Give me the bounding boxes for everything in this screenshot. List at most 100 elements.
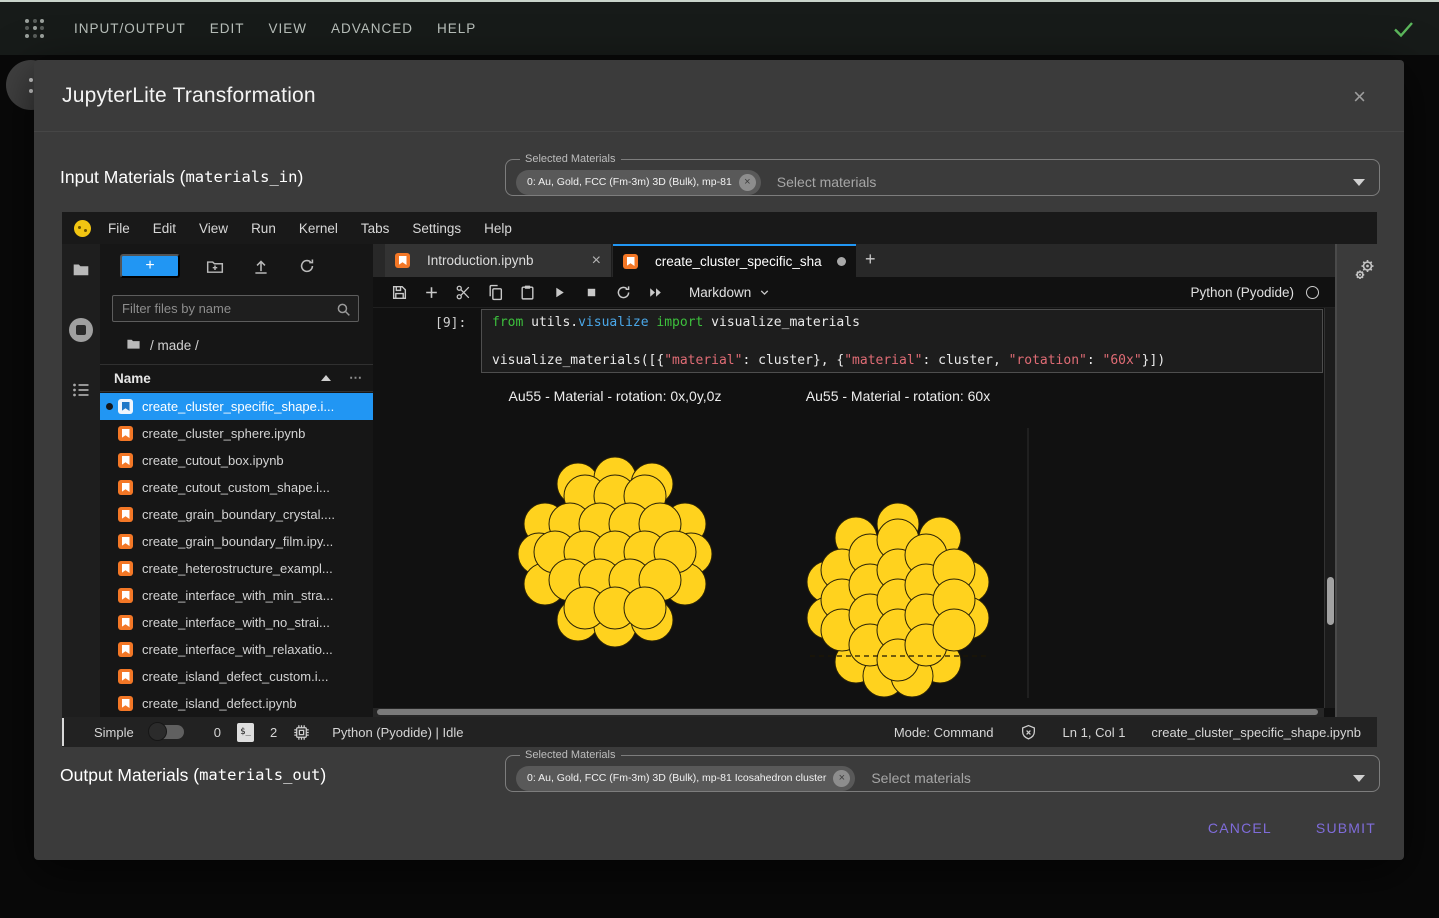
file-item[interactable]: create_interface_with_relaxatio... (100, 636, 373, 663)
paste-icon[interactable] (519, 284, 536, 301)
sort-ascending-icon[interactable] (321, 375, 331, 381)
kernel-status-text[interactable]: Python (Pyodide) | Idle (332, 725, 463, 740)
material-cluster-0[interactable] (517, 456, 713, 648)
jl-menu-settings[interactable]: Settings (412, 221, 461, 236)
selected-materials-legend: Selected Materials (525, 153, 616, 165)
dropdown-arrow-icon[interactable] (1353, 178, 1365, 186)
notebook-file-icon (623, 254, 638, 269)
app-menu-input-output[interactable]: INPUT/OUTPUT (74, 21, 186, 36)
notebook-content: [9]: from utils.visualize import visuali… (373, 308, 1335, 717)
scrollbar-thumb[interactable] (377, 709, 1318, 715)
remove-chip-icon[interactable]: × (833, 769, 851, 787)
new-folder-icon[interactable] (206, 257, 224, 280)
app-menu-help[interactable]: HELP (437, 21, 476, 36)
file-item[interactable]: create_cluster_sphere.ipynb (100, 420, 373, 447)
kernel-count[interactable]: 2 (270, 725, 277, 740)
toc-icon[interactable] (71, 380, 91, 405)
file-item[interactable]: create_cutout_box.ipynb (100, 447, 373, 474)
stop-icon[interactable] (583, 284, 600, 301)
kernel-indicator[interactable]: Python (Pyodide) (1190, 285, 1325, 300)
notebook-file-icon (118, 426, 133, 441)
filter-files-input[interactable] (113, 296, 358, 321)
file-item[interactable]: create_interface_with_no_strai... (100, 609, 373, 636)
jl-menu-run[interactable]: Run (251, 221, 276, 236)
output-materials-label: Output Materials (materials_out) (60, 764, 327, 785)
file-item[interactable]: create_island_defect_custom.i... (100, 663, 373, 690)
vertical-scrollbar[interactable] (1324, 308, 1335, 708)
file-item[interactable]: create_cluster_specific_shape.i... (100, 393, 373, 420)
cursor-position[interactable]: Ln 1, Col 1 (1063, 725, 1126, 740)
jl-menu-view[interactable]: View (199, 221, 228, 236)
close-tab-icon[interactable]: × (592, 252, 601, 269)
refresh-files-icon[interactable] (298, 257, 316, 280)
jl-menu-help[interactable]: Help (484, 221, 512, 236)
file-item[interactable]: create_grain_boundary_crystal.... (100, 501, 373, 528)
file-name: create_heterostructure_exampl... (142, 561, 333, 576)
app-menu-advanced[interactable]: ADVANCED (331, 21, 413, 36)
breadcrumb[interactable]: / made / (126, 336, 199, 354)
status-bar: Simple 0 $_ 2 Python (Pyodide) | Idle Mo… (62, 717, 1377, 747)
material-chip[interactable]: 0: Au, Gold, FCC (Fm-3m) 3D (Bulk), mp-8… (516, 765, 856, 791)
dropdown-arrow-icon[interactable] (1353, 774, 1365, 782)
select-materials-placeholder: Select materials (776, 174, 877, 190)
output-materials-variable: materials_out (199, 766, 321, 784)
breadcrumb-folder-icon[interactable] (126, 336, 141, 354)
jl-menu-edit[interactable]: Edit (153, 221, 176, 236)
apps-grid-icon[interactable] (22, 16, 48, 42)
jl-menu-file[interactable]: File (108, 221, 130, 236)
tab-introduction[interactable]: Introduction.ipynb × (385, 244, 612, 277)
run-all-icon[interactable] (647, 284, 664, 301)
app-menu-edit[interactable]: EDIT (210, 21, 245, 36)
trust-shield-icon[interactable] (1020, 724, 1037, 741)
file-item[interactable]: create_island_defect.ipynb (100, 690, 373, 717)
settings-gears-icon[interactable] (1350, 256, 1380, 286)
terminal-count[interactable]: 0 (214, 725, 221, 740)
notebook-file-icon (395, 253, 410, 268)
material-chip-label: 0: Au, Gold, FCC (Fm-3m) 3D (Bulk), mp-8… (527, 176, 732, 188)
new-tab-icon[interactable]: + (865, 249, 876, 270)
file-item[interactable]: create_grain_boundary_film.ipy... (100, 528, 373, 555)
input-materials-label: Input Materials (materials_in) (60, 166, 304, 187)
new-launcher-button[interactable]: + (120, 254, 180, 278)
save-icon[interactable] (391, 284, 408, 301)
copy-icon[interactable] (487, 284, 504, 301)
input-materials-select[interactable]: Selected Materials 0: Au, Gold, FCC (Fm-… (505, 154, 1380, 196)
file-item[interactable]: create_cutout_custom_shape.i... (100, 474, 373, 501)
scrollbar-thumb[interactable] (1327, 577, 1334, 625)
run-icon[interactable] (551, 284, 568, 301)
command-mode-indicator[interactable]: Mode: Command (894, 725, 994, 740)
cell-type-dropdown[interactable]: Markdown (689, 285, 771, 300)
remove-chip-icon[interactable]: × (738, 173, 756, 191)
jl-menu-tabs[interactable]: Tabs (361, 221, 390, 236)
app-menu-view[interactable]: VIEW (269, 21, 308, 36)
code-cell-editor[interactable]: from utils.visualize import visualize_ma… (481, 309, 1323, 373)
output-materials-select[interactable]: Selected Materials 0: Au, Gold, FCC (Fm-… (505, 750, 1380, 792)
cluster-visualization[interactable] (373, 410, 1337, 705)
name-column-header[interactable]: Name (114, 371, 151, 386)
add-cell-icon[interactable] (423, 284, 440, 301)
cancel-button[interactable]: CANCEL (1208, 820, 1272, 836)
file-browser-tab-icon[interactable] (72, 260, 90, 283)
file-item[interactable]: create_heterostructure_exampl... (100, 555, 373, 582)
close-icon[interactable]: × (1353, 86, 1366, 108)
running-sessions-icon[interactable] (69, 318, 93, 342)
filter-files-box (112, 295, 359, 322)
upload-icon[interactable] (252, 257, 270, 280)
code-line: visualize_materials([{"material": cluste… (492, 353, 1166, 368)
submit-button[interactable]: SUBMIT (1316, 820, 1376, 836)
material-chip[interactable]: 0: Au, Gold, FCC (Fm-3m) 3D (Bulk), mp-8… (516, 169, 761, 195)
file-item[interactable]: create_interface_with_min_stra... (100, 582, 373, 609)
material-cluster-1[interactable] (806, 502, 990, 698)
restart-kernel-icon[interactable] (615, 284, 632, 301)
column-options-icon[interactable]: ⋯ (349, 370, 363, 386)
horizontal-scrollbar[interactable] (373, 708, 1324, 717)
tab-create-cluster-specific-shape[interactable]: create_cluster_specific_sha (613, 244, 856, 277)
jl-menu-kernel[interactable]: Kernel (299, 221, 338, 236)
simple-toggle[interactable] (147, 722, 184, 741)
notebook-tabbar: Introduction.ipynb × create_cluster_spec… (373, 244, 1335, 277)
file-list-header[interactable]: Name ⋯ (100, 364, 373, 392)
cut-icon[interactable] (455, 284, 472, 301)
kernel-chip-icon (293, 724, 310, 741)
confirm-check-icon[interactable] (1389, 15, 1417, 43)
simple-mode-label: Simple (94, 724, 134, 740)
